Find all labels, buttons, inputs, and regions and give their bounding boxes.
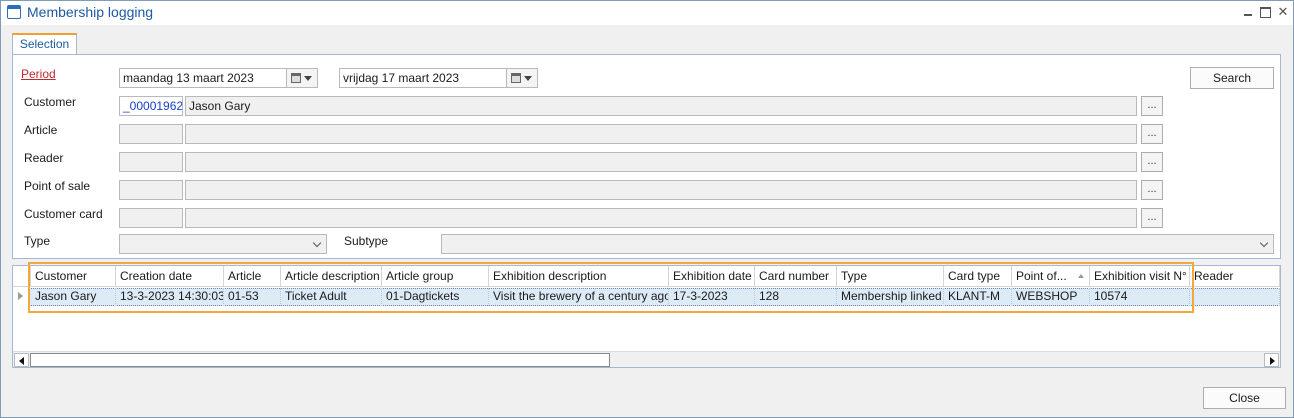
scroll-left-icon[interactable] (14, 353, 29, 367)
column-header-card-number[interactable]: Card number (755, 266, 837, 287)
column-header-type[interactable]: Type (837, 266, 944, 287)
row-indicator-header (13, 266, 31, 287)
column-header-point-of-sale[interactable]: Point of... (1012, 266, 1090, 287)
column-header-exhibition-description[interactable]: Exhibition description (489, 266, 669, 287)
point-of-sale-label: Point of sale (24, 179, 91, 193)
sort-ascending-icon (1078, 274, 1084, 278)
column-header-customer[interactable]: Customer (31, 266, 116, 287)
cell-creation-date[interactable]: 13-3-2023 14:30:03 (116, 288, 224, 306)
customer-card-name-field[interactable] (185, 208, 1137, 228)
chevron-down-icon (1259, 238, 1269, 248)
period-link[interactable]: Period (21, 67, 56, 81)
cell-exhibition-description[interactable]: Visit the brewery of a century ago (489, 288, 669, 306)
column-header-exhibition-visit-no[interactable]: Exhibition visit N° (1090, 266, 1190, 287)
date-from-picker-button[interactable] (286, 68, 318, 88)
type-label: Type (24, 234, 51, 248)
cell-article-description[interactable]: Ticket Adult (281, 288, 382, 306)
cell-card-number[interactable]: 128 (755, 288, 837, 306)
maximize-icon[interactable] (1258, 5, 1272, 19)
column-header-article[interactable]: Article (224, 266, 281, 287)
customer-name-field[interactable]: Jason Gary (185, 96, 1137, 116)
close-window-icon[interactable]: ✕ (1276, 5, 1290, 19)
cell-point-of-sale[interactable]: WEBSHOP (1012, 288, 1090, 306)
title-bar[interactable]: Membership logging ✕ (1, 1, 1293, 25)
search-button[interactable]: Search (1190, 67, 1274, 89)
customer-code: _00001962 (123, 99, 183, 113)
date-from-field[interactable]: maandag 13 maart 2023 (119, 68, 287, 88)
subtype-dropdown[interactable] (441, 234, 1274, 254)
cell-type[interactable]: Membership linked (837, 288, 944, 306)
results-grid: Customer Creation date Article Article d… (12, 265, 1281, 368)
article-lookup-button[interactable]: ... (1141, 124, 1163, 144)
chevron-down-icon (312, 238, 322, 248)
article-label: Article (24, 123, 58, 137)
cell-reader[interactable] (1190, 288, 1280, 306)
cell-article[interactable]: 01-53 (224, 288, 281, 306)
minimize-icon[interactable] (1241, 5, 1255, 19)
calendar-icon (291, 73, 301, 83)
grid-header: Customer Creation date Article Article d… (13, 266, 1280, 287)
calendar-icon (511, 73, 521, 83)
column-header-article-group[interactable]: Article group (382, 266, 489, 287)
point-of-sale-name-field[interactable] (185, 180, 1137, 200)
cell-card-type[interactable]: KLANT-M (944, 288, 1012, 306)
article-code-field[interactable] (119, 124, 183, 144)
point-of-sale-code-field[interactable] (119, 180, 183, 200)
column-header-reader[interactable]: Reader (1190, 266, 1280, 287)
customer-label: Customer (24, 95, 77, 109)
customer-card-lookup-button[interactable]: ... (1141, 208, 1163, 228)
close-button[interactable]: Close (1203, 387, 1286, 409)
date-to-picker-button[interactable] (506, 68, 538, 88)
horizontal-scrollbar[interactable] (13, 351, 1280, 367)
customer-card-label: Customer card (24, 207, 103, 221)
column-header-article-description[interactable]: Article description (281, 266, 382, 287)
window-title: Membership logging (27, 4, 154, 20)
dropdown-arrow-icon (524, 76, 532, 81)
customer-code-field[interactable]: _00001962 (119, 96, 183, 116)
type-dropdown[interactable] (119, 234, 327, 254)
reader-name-field[interactable] (185, 152, 1137, 172)
article-name-field[interactable] (185, 124, 1137, 144)
dropdown-arrow-icon (304, 76, 312, 81)
row-indicator-icon[interactable] (13, 288, 30, 306)
reader-label: Reader (24, 151, 64, 165)
point-of-sale-lookup-button[interactable]: ... (1141, 180, 1163, 200)
membership-logging-window: Membership logging ✕ Selection Period ma… (0, 0, 1294, 418)
customer-card-code-field[interactable] (119, 208, 183, 228)
column-header-point-of-sale-label: Point of... (1016, 269, 1067, 283)
window-icon (7, 5, 21, 19)
reader-code-field[interactable] (119, 152, 183, 172)
column-header-exhibition-date[interactable]: Exhibition date (669, 266, 755, 287)
customer-lookup-button[interactable]: ... (1141, 96, 1163, 116)
column-header-card-type[interactable]: Card type (944, 266, 1012, 287)
tab-selection[interactable]: Selection (12, 33, 77, 55)
date-to-field[interactable]: vrijdag 17 maart 2023 (339, 68, 507, 88)
column-header-creation-date[interactable]: Creation date (116, 266, 224, 287)
cell-article-group[interactable]: 01-Dagtickets (382, 288, 489, 306)
subtype-label: Subtype (344, 234, 389, 248)
cell-exhibition-date[interactable]: 17-3-2023 (669, 288, 755, 306)
scroll-right-icon[interactable] (1264, 353, 1279, 367)
selection-panel: Period maandag 13 maart 2023 vrijdag 17 … (12, 54, 1281, 259)
scrollbar-thumb[interactable] (30, 353, 610, 367)
cell-exhibition-visit-no[interactable]: 10574 (1090, 288, 1190, 306)
reader-lookup-button[interactable]: ... (1141, 152, 1163, 172)
cell-customer[interactable]: Jason Gary (31, 288, 116, 306)
